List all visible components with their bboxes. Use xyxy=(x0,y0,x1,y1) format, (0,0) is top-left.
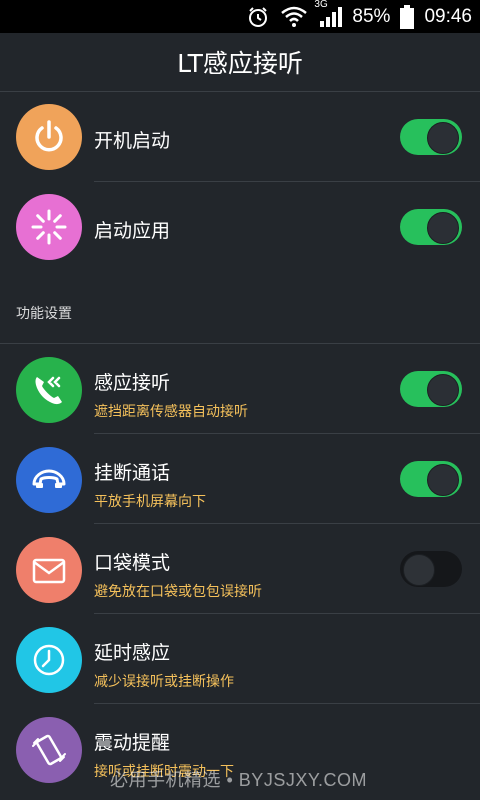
setting-label: 震动提醒 xyxy=(94,732,171,754)
power-icon xyxy=(16,104,82,170)
setting-row-hang-up[interactable]: 挂断通话 平放手机屏幕向下 xyxy=(0,434,480,524)
setting-row-delay-sensing[interactable]: 延时感应 减少误接听或挂断操作 xyxy=(0,614,480,704)
setting-label: 启动应用 xyxy=(94,220,171,242)
sensor-answer-toggle[interactable] xyxy=(400,371,462,407)
setting-description: 减少误接听或挂断操作 xyxy=(94,674,234,690)
toggle-knob xyxy=(427,122,459,154)
wifi-icon xyxy=(280,6,308,28)
app-bar: LT感应接听 xyxy=(0,33,480,92)
phone-answer-icon xyxy=(16,357,82,423)
hang-up-toggle[interactable] xyxy=(400,461,462,497)
launch-app-toggle[interactable] xyxy=(400,209,462,245)
setting-row-sensor-answer[interactable]: 感应接听 遮挡距离传感器自动接听 xyxy=(0,344,480,434)
alarm-icon xyxy=(246,5,270,29)
network-type: 3G xyxy=(314,0,328,10)
section-header: 功能设置 xyxy=(16,306,72,322)
setting-label: 挂断通话 xyxy=(94,462,171,484)
page-title: LT感应接听 xyxy=(177,49,303,78)
setting-label: 感应接听 xyxy=(94,372,171,394)
setting-label: 开机启动 xyxy=(94,130,171,152)
battery-percent: 85% xyxy=(352,5,391,27)
setting-description: 平放手机屏幕向下 xyxy=(94,494,206,510)
setting-row-boot-start[interactable]: 开机启动 xyxy=(0,92,480,182)
setting-description: 避免放在口袋或包包误接听 xyxy=(94,584,262,600)
toggle-knob xyxy=(427,374,459,406)
boot-start-toggle[interactable] xyxy=(400,119,462,155)
watermark: 必用手机精选 • BYJSJXY.COM xyxy=(110,770,368,790)
clock-time: 09:46 xyxy=(424,5,472,27)
setting-label: 延时感应 xyxy=(94,642,171,664)
setting-label: 口袋模式 xyxy=(94,552,171,574)
toggle-knob xyxy=(427,212,459,244)
setting-row-pocket-mode[interactable]: 口袋模式 避免放在口袋或包包误接听 xyxy=(0,524,480,614)
pocket-mode-toggle[interactable] xyxy=(400,551,462,587)
vibrate-phone-icon xyxy=(16,717,82,783)
toggle-knob xyxy=(403,554,435,586)
loading-spinner-icon xyxy=(16,194,82,260)
phone-hangup-icon xyxy=(16,447,82,513)
setting-row-launch-app[interactable]: 启动应用 xyxy=(0,182,480,272)
setting-description: 遮挡距离传感器自动接听 xyxy=(94,404,248,420)
envelope-icon xyxy=(16,537,82,603)
battery-icon xyxy=(400,4,415,29)
signal-icon: 3G xyxy=(314,0,343,28)
clock-icon xyxy=(16,627,82,693)
status-bar: 3G 85% 09:46 xyxy=(0,0,480,33)
toggle-knob xyxy=(427,464,459,496)
